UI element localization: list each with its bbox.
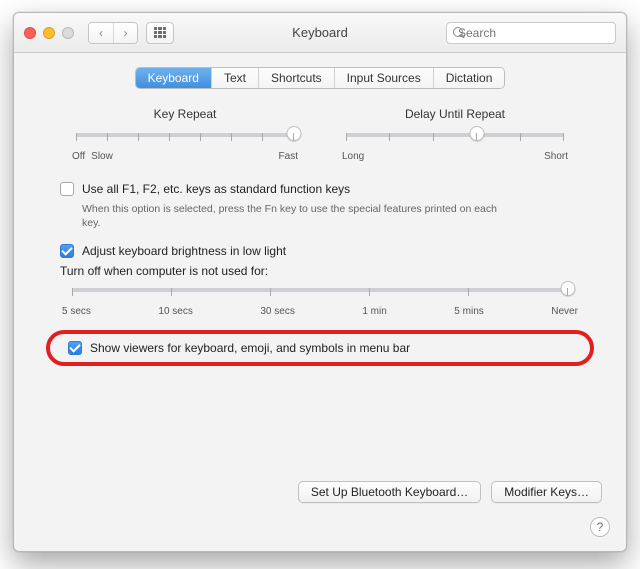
mark-30s: 30 secs [260,306,294,317]
bluetooth-keyboard-button[interactable]: Set Up Bluetooth Keyboard… [298,481,481,503]
nav-back-forward: ‹ › [88,22,138,44]
fn-keys-label: Use all F1, F2, etc. keys as standard fu… [82,182,350,196]
zoom-icon [62,27,74,39]
tab-text[interactable]: Text [211,68,258,88]
delay-scale: Long Short [342,151,568,162]
back-button[interactable]: ‹ [89,23,113,43]
minimize-icon[interactable] [43,27,55,39]
delay-label: Delay Until Repeat [340,107,570,121]
viewers-highlight: Show viewers for keyboard, emoji, and sy… [60,337,580,359]
prefs-window: ‹ › Keyboard Keyboard Text Shortcuts Inp… [13,12,627,552]
brightness-label: Adjust keyboard brightness in low light [82,244,286,258]
key-repeat-slider: Key Repeat Off Slow Fast [70,107,300,162]
mark-never: Never [551,306,578,317]
forward-button[interactable]: › [113,23,137,43]
key-repeat-fast: Fast [279,151,298,162]
search-field[interactable] [446,22,616,44]
tab-dictation[interactable]: Dictation [433,68,505,88]
key-repeat-off: Off [72,151,85,162]
titlebar: ‹ › Keyboard [14,13,626,53]
turnoff-marks: 5 secs 10 secs 30 secs 1 min 5 mins Neve… [62,306,578,317]
grid-icon [154,27,166,39]
chevron-right-icon: › [124,26,128,40]
tabs-row: Keyboard Text Shortcuts Input Sources Di… [14,67,626,89]
brightness-checkbox[interactable] [60,244,74,258]
key-repeat-slow: Slow [91,151,113,162]
mark-5s: 5 secs [62,306,91,317]
mark-5m: 5 mins [454,306,483,317]
chevron-left-icon: ‹ [99,26,103,40]
delay-short: Short [544,151,568,162]
traffic-lights [24,27,74,39]
viewers-row: Show viewers for keyboard, emoji, and sy… [68,341,572,355]
key-repeat-label: Key Repeat [70,107,300,121]
modifier-keys-button[interactable]: Modifier Keys… [491,481,602,503]
slider-row: Key Repeat Off Slow Fast Delay Until R [60,107,580,162]
fn-keys-row: Use all F1, F2, etc. keys as standard fu… [60,182,580,196]
tab-input-sources[interactable]: Input Sources [334,68,433,88]
mark-10s: 10 secs [158,306,192,317]
brightness-row: Adjust keyboard brightness in low light [60,244,580,258]
viewers-label: Show viewers for keyboard, emoji, and sy… [90,341,410,355]
help-button[interactable]: ? [590,517,610,537]
tab-keyboard[interactable]: Keyboard [136,68,211,88]
turnoff-slider: 5 secs 10 secs 30 secs 1 min 5 mins Neve… [62,288,578,317]
turnoff-ticks [72,288,568,296]
key-repeat-scale: Off Slow Fast [72,151,298,162]
fn-keys-checkbox[interactable] [60,182,74,196]
fn-keys-note: When this option is selected, press the … [82,202,502,230]
window-body: Keyboard Text Shortcuts Input Sources Di… [14,53,626,371]
delay-ticks [346,133,564,141]
delay-slider: Delay Until Repeat Long Short [340,107,570,162]
panel: Key Repeat Off Slow Fast Delay Until R [14,89,626,371]
close-icon[interactable] [24,27,36,39]
footer-buttons: Set Up Bluetooth Keyboard… Modifier Keys… [274,481,626,503]
tab-segment: Keyboard Text Shortcuts Input Sources Di… [135,67,506,89]
mark-1m: 1 min [362,306,386,317]
turnoff-label: Turn off when computer is not used for: [60,264,580,278]
viewers-checkbox[interactable] [68,341,82,355]
search-input[interactable] [458,26,613,40]
key-repeat-ticks [76,133,294,141]
tab-shortcuts[interactable]: Shortcuts [258,68,334,88]
delay-long: Long [342,151,364,162]
show-all-button[interactable] [146,22,174,44]
